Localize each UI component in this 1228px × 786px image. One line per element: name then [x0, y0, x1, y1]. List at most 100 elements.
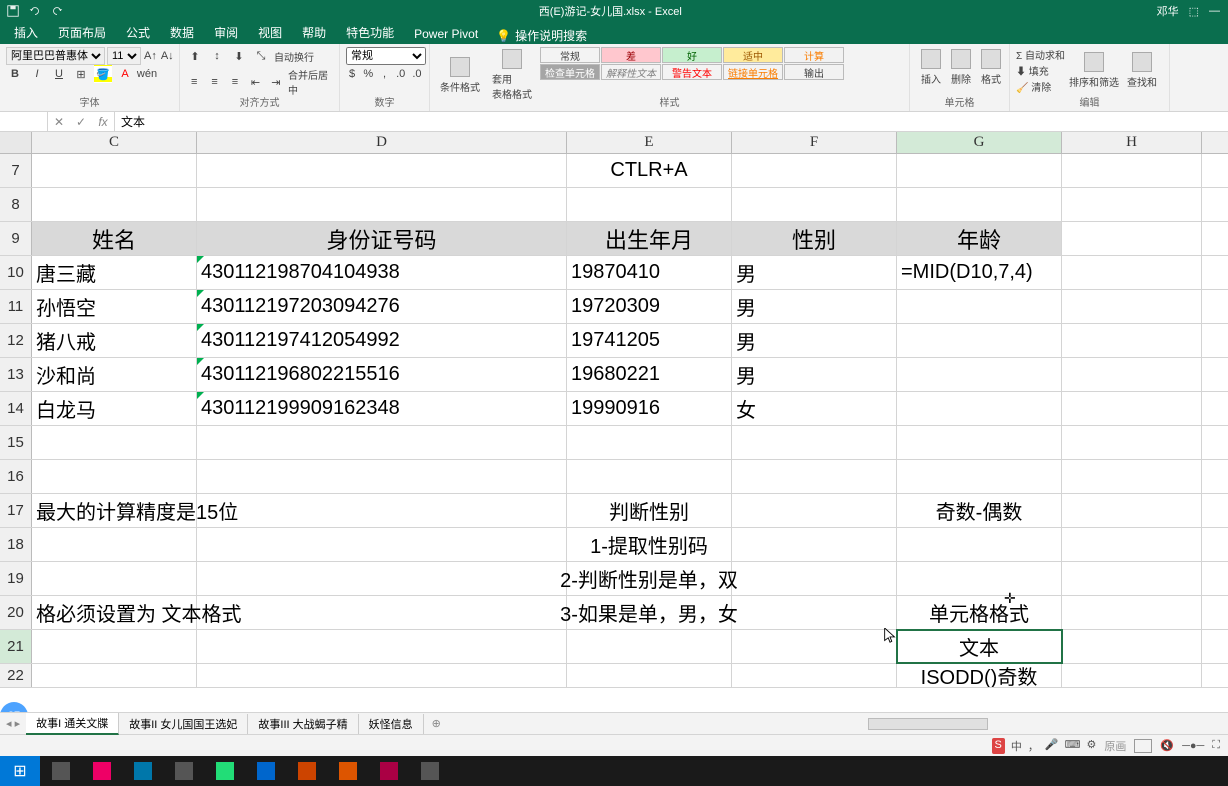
taskbar-app-5[interactable] — [205, 756, 245, 786]
cell-H11[interactable] — [1062, 290, 1202, 323]
percent-icon[interactable]: % — [362, 65, 374, 83]
tab-review[interactable]: 审阅 — [204, 21, 248, 44]
col-header-F[interactable]: F — [732, 132, 897, 153]
tell-me-search[interactable]: 操作说明搜索 — [515, 27, 587, 44]
cell-C14[interactable]: 白龙马 — [32, 392, 197, 425]
clear-button[interactable]: 🧹 清除 — [1016, 79, 1065, 94]
cell-E17[interactable]: 判断性别 — [567, 494, 732, 527]
zoom-slider[interactable]: ─●─ — [1182, 740, 1204, 752]
font-size-select[interactable]: 11 — [107, 47, 141, 65]
cell-E21[interactable] — [567, 630, 732, 663]
cell-G16[interactable] — [897, 460, 1062, 493]
cell-H21[interactable] — [1062, 630, 1202, 663]
tab-layout[interactable]: 页面布局 — [48, 21, 116, 44]
bold-button[interactable]: B — [6, 65, 24, 83]
cell-G7[interactable] — [897, 154, 1062, 187]
shrink-font-icon[interactable]: A↓ — [160, 47, 175, 65]
style-neutral[interactable]: 适中 — [723, 47, 783, 63]
row-header-12[interactable]: 12 — [0, 324, 32, 357]
align-right-icon[interactable]: ≡ — [227, 73, 243, 91]
cell-C13[interactable]: 沙和尚 — [32, 358, 197, 391]
col-header-E[interactable]: E — [567, 132, 732, 153]
cell-G15[interactable] — [897, 426, 1062, 459]
row-header-10[interactable]: 10 — [0, 256, 32, 289]
tab-help[interactable]: 帮助 — [292, 21, 336, 44]
taskbar-app-1[interactable] — [41, 756, 81, 786]
cell-E16[interactable] — [567, 460, 732, 493]
cell-G11[interactable] — [897, 290, 1062, 323]
cell-C8[interactable] — [32, 188, 197, 221]
row-header-13[interactable]: 13 — [0, 358, 32, 391]
cell-E8[interactable] — [567, 188, 732, 221]
cell-C9[interactable]: 姓名 — [32, 222, 197, 255]
cell-C15[interactable] — [32, 426, 197, 459]
comma-icon[interactable]: , — [378, 65, 390, 83]
grow-font-icon[interactable]: A↑ — [143, 47, 158, 65]
cell-H12[interactable] — [1062, 324, 1202, 357]
row-header-17[interactable]: 17 — [0, 494, 32, 527]
cell-D13[interactable]: 430112196802215516 — [197, 358, 567, 391]
align-bottom-icon[interactable]: ⬇ — [230, 47, 248, 65]
cell-D8[interactable] — [197, 188, 567, 221]
cell-G10[interactable]: =MID(D10,7,4) — [897, 256, 1062, 289]
cell-C7[interactable] — [32, 154, 197, 187]
cell-F7[interactable] — [732, 154, 897, 187]
style-explain[interactable]: 解释性文本 — [601, 64, 661, 80]
add-sheet-button[interactable]: ⊕ — [424, 717, 449, 730]
align-top-icon[interactable]: ⬆ — [186, 47, 204, 65]
taskbar-app-7[interactable] — [287, 756, 327, 786]
formula-input[interactable]: 文本 — [115, 113, 1228, 130]
start-button[interactable]: ⊞ — [0, 756, 40, 786]
cell-C21[interactable] — [32, 630, 197, 663]
cell-D18[interactable] — [197, 528, 567, 561]
cell-H14[interactable] — [1062, 392, 1202, 425]
cell-D16[interactable] — [197, 460, 567, 493]
cell-G18[interactable] — [897, 528, 1062, 561]
row-header-16[interactable]: 16 — [0, 460, 32, 493]
tab-data[interactable]: 数据 — [160, 21, 204, 44]
undo-icon[interactable] — [28, 4, 42, 18]
fullscreen-icon[interactable]: ⛶ — [1212, 739, 1220, 752]
row-header-8[interactable]: 8 — [0, 188, 32, 221]
cell-F17[interactable] — [732, 494, 897, 527]
cell-F11[interactable]: 男 — [732, 290, 897, 323]
cell-E22[interactable] — [567, 664, 732, 687]
cell-D11[interactable]: 430112197203094276 — [197, 290, 567, 323]
cell-C20[interactable]: 格必须设置为 文本格式 — [32, 596, 197, 629]
cell-E18[interactable]: 1-提取性别码 — [567, 528, 732, 561]
border-button[interactable]: ⊞ — [72, 65, 90, 83]
cell-H7[interactable] — [1062, 154, 1202, 187]
row-header-11[interactable]: 11 — [0, 290, 32, 323]
insert-cells-button[interactable]: 插入 — [916, 47, 946, 88]
col-header-C[interactable]: C — [32, 132, 197, 153]
cell-H22[interactable] — [1062, 664, 1202, 687]
cell-D21[interactable] — [197, 630, 567, 663]
cell-E9[interactable]: 出生年月 — [567, 222, 732, 255]
notification-bubble[interactable]: 37 — [0, 702, 28, 712]
cell-G22[interactable]: ISODD()奇数 — [897, 664, 1062, 687]
cell-D17[interactable] — [197, 494, 567, 527]
style-check[interactable]: 检查单元格 — [540, 64, 600, 80]
font-color-button[interactable]: A — [116, 65, 134, 83]
col-header-H[interactable]: H — [1062, 132, 1202, 153]
taskbar-app-10[interactable] — [410, 756, 450, 786]
style-output[interactable]: 输出 — [784, 64, 844, 80]
tab-powerpivot[interactable]: Power Pivot — [404, 24, 488, 44]
cell-F8[interactable] — [732, 188, 897, 221]
row-header-9[interactable]: 9 — [0, 222, 32, 255]
taskbar-app-4[interactable] — [164, 756, 204, 786]
cell-D15[interactable] — [197, 426, 567, 459]
cell-C18[interactable] — [32, 528, 197, 561]
select-all-corner[interactable] — [0, 132, 32, 153]
cell-C19[interactable] — [32, 562, 197, 595]
indent-dec-icon[interactable]: ⇤ — [247, 73, 263, 91]
row-header-14[interactable]: 14 — [0, 392, 32, 425]
cell-G14[interactable] — [897, 392, 1062, 425]
cell-H15[interactable] — [1062, 426, 1202, 459]
enter-icon[interactable]: ✓ — [70, 112, 92, 131]
row-header-15[interactable]: 15 — [0, 426, 32, 459]
cell-C11[interactable]: 孙悟空 — [32, 290, 197, 323]
cell-E20[interactable]: 3-如果是单，男，女 — [567, 596, 732, 629]
horizontal-scrollbar[interactable] — [868, 718, 988, 730]
col-header-G[interactable]: G — [897, 132, 1062, 153]
